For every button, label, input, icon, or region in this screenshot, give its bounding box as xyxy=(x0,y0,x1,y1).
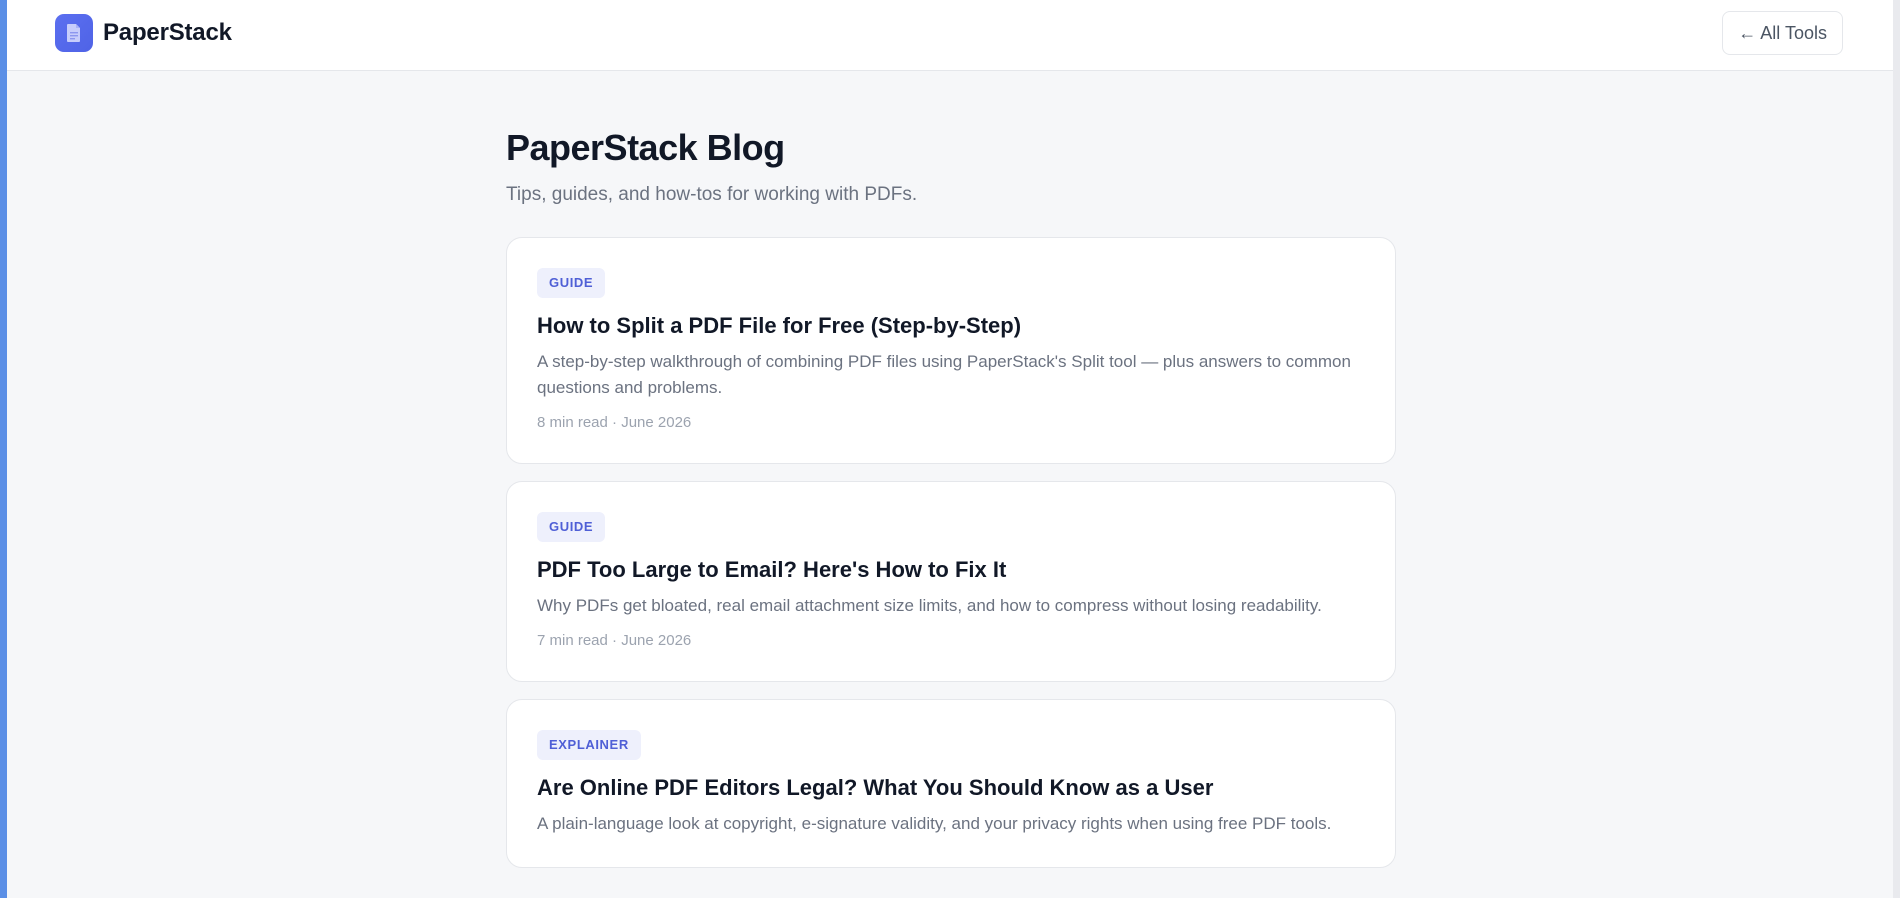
post-excerpt: Why PDFs get bloated, real email attachm… xyxy=(537,596,1322,615)
post-meta: 8 min read · June 2026 xyxy=(537,414,692,431)
post-category-badge: GUIDE xyxy=(537,268,606,298)
post-excerpt: A step-by-step walkthrough of combining … xyxy=(537,352,1351,397)
post-title[interactable]: Are Online PDF Editors Legal? What You S… xyxy=(537,774,1365,802)
top-navbar: PaperStack ← All Tools xyxy=(7,0,1900,71)
post-category-badge: EXPLAINER xyxy=(537,730,641,760)
brand-name: PaperStack xyxy=(103,19,232,46)
left-edge-accent xyxy=(0,0,7,898)
post-meta: 7 min read · June 2026 xyxy=(537,632,692,649)
post-card[interactable]: GUIDE PDF Too Large to Email? Here's How… xyxy=(506,481,1396,682)
document-icon xyxy=(55,14,93,52)
brand[interactable]: PaperStack xyxy=(55,14,232,52)
blog-main: PaperStack Blog Tips, guides, and how-to… xyxy=(506,71,1396,885)
all-tools-button[interactable]: ← All Tools xyxy=(1722,11,1843,55)
post-title[interactable]: How to Split a PDF File for Free (Step-b… xyxy=(537,312,1365,340)
post-excerpt: A plain-language look at copyright, e-si… xyxy=(537,814,1332,833)
post-card[interactable]: EXPLAINER Are Online PDF Editors Legal? … xyxy=(506,699,1396,868)
post-category-badge: GUIDE xyxy=(537,512,606,542)
page-subtitle: Tips, guides, and how-tos for working wi… xyxy=(506,184,918,205)
scrollbar[interactable] xyxy=(1893,0,1900,898)
post-title[interactable]: PDF Too Large to Email? Here's How to Fi… xyxy=(537,556,1365,584)
post-card[interactable]: GUIDE How to Split a PDF File for Free (… xyxy=(506,237,1396,464)
page-title: PaperStack Blog xyxy=(506,127,785,168)
post-list: GUIDE How to Split a PDF File for Free (… xyxy=(506,237,1396,868)
